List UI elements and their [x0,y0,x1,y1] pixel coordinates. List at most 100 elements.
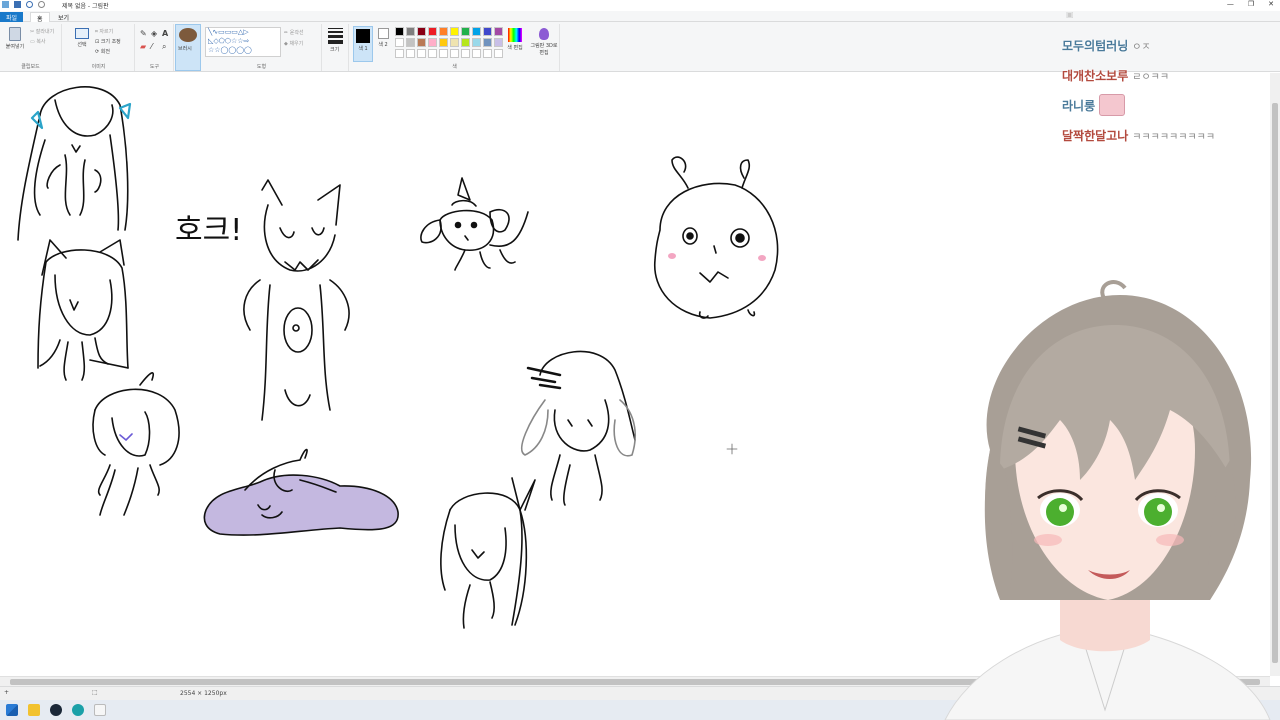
undo-icon[interactable] [26,1,33,8]
chat-overlay: 모두의텀러닝 ㅇㅈ 대개찬소보루 ㄹㅇㅋㅋ 라니룽 달짝한달고나 ㅋㅋㅋㅋㅋㅋㅋ… [1062,30,1272,150]
resize-label: 크기 조정 [100,39,121,45]
color-swatch[interactable] [494,38,503,47]
cut-button[interactable]: ✂ 잘라내기 [30,28,54,35]
window-title: 제목 없음 - 그림판 [62,3,109,10]
fill-button[interactable]: ◆ 채우기 [284,40,303,47]
color-swatch[interactable] [439,38,448,47]
color-swatch[interactable] [483,49,492,58]
color-swatch[interactable] [417,27,426,36]
resize-icon: ⊡ [95,39,100,45]
color-swatch[interactable] [450,27,459,36]
minimize-button[interactable]: — [1227,0,1234,8]
rotate-icon: ⟳ [95,49,100,55]
doodle-unicorn-dog [420,177,529,271]
image-group: 선택 ⌗ 자르기 ⊡ 크기 조정 ⟳ 회전 이미지 [63,24,135,71]
tab-view[interactable]: 보기 [52,12,75,22]
paint-taskbar-icon[interactable] [94,704,106,716]
clipboard-group-label: 클립보드 [21,64,40,70]
image-group-label: 이미지 [91,64,106,70]
color-palette [395,27,503,58]
copy-icon: ▭ [30,39,35,45]
chat-message: 모두의텀러닝 ㅇㅈ [1062,30,1272,60]
color-swatch[interactable] [494,27,503,36]
select-button[interactable]: 선택 [73,28,91,48]
color1-label: 색 1 [358,46,368,52]
outline-button[interactable]: ✏ 윤곽선 [284,29,304,36]
color-swatch[interactable] [461,49,470,58]
fill-icon[interactable]: ◈ [151,29,157,38]
edit-colors-button[interactable]: 색 편집 [505,28,525,51]
cursor-position-icon: + [4,689,10,696]
pencil-icon[interactable]: ✎ [140,29,147,38]
color-swatch[interactable] [417,38,426,47]
copy-button[interactable]: ▭ 복사 [30,38,46,45]
close-button[interactable]: ✕ [1268,0,1274,8]
file-explorer-icon[interactable] [28,704,40,716]
chat-username: 모두의텀러닝 [1062,38,1129,53]
color-swatch[interactable] [395,49,404,58]
color-swatch[interactable] [461,38,470,47]
paint3d-label: 그림판 3D로 편집 [530,43,558,56]
chat-username: 대개찬소보루 [1062,68,1129,83]
color-swatch[interactable] [483,38,492,47]
crosshair-cursor [726,443,738,455]
steam-icon[interactable] [50,704,62,716]
color-swatch[interactable] [428,27,437,36]
color-swatch[interactable] [450,49,459,58]
paint-app-icon [2,1,9,8]
tab-file[interactable]: 파일 [0,12,24,22]
quick-access-toolbar [2,1,45,8]
copy-label: 복사 [36,39,46,45]
paint-window: 제목 없음 - 그림판 — ❐ ✕ 파일 홈 보기 붙여넣기 ✂ 잘라내기 ▭ … [0,0,1280,720]
maximize-button[interactable]: ❐ [1248,0,1254,8]
chat-username: 달짝한달고나 [1062,128,1129,143]
color-swatch[interactable] [406,27,415,36]
color-swatch[interactable] [483,27,492,36]
color-swatch[interactable] [395,38,404,47]
outline-label: 윤곽선 [289,30,304,36]
save-icon[interactable] [14,1,21,8]
color-swatch[interactable] [439,27,448,36]
doodle-ponytail-girl [440,477,536,629]
text-icon[interactable]: A [162,29,168,38]
color2-button[interactable]: 색 2 [376,28,390,48]
color-swatch[interactable] [472,27,481,36]
clipboard-icon [9,27,21,41]
fill-label: 채우기 [289,41,304,47]
magnifier-icon[interactable]: ⌕ [162,42,166,52]
rotate-button[interactable]: ⟳ 회전 [95,48,110,55]
brushes-button[interactable]: 브러시 [175,24,201,71]
color-swatch[interactable] [450,38,459,47]
windows-start-icon[interactable] [6,704,18,716]
shapes-gallery[interactable]: ╲∿▭▭▭△▷ ◺◇⬠⬡☆☆⇨ ☆☆◯◯◯◯ [205,27,281,57]
color-swatch[interactable] [472,49,481,58]
paint3d-button[interactable]: 그림판 3D로 편집 [530,28,558,56]
chat-text: ㅇㅈ [1132,41,1151,53]
color-swatch[interactable] [428,49,437,58]
color-swatch[interactable] [494,49,503,58]
color-picker-icon[interactable]: ⁄ [151,42,152,51]
color-swatch[interactable] [417,49,426,58]
redo-icon[interactable] [38,1,45,8]
color-swatch[interactable] [439,49,448,58]
color-swatch[interactable] [406,49,415,58]
vtuber-avatar [944,280,1271,720]
color-swatch[interactable] [461,27,470,36]
resize-button[interactable]: ⊡ 크기 조정 [95,38,121,45]
paste-button[interactable]: 붙여넣기 [4,27,26,50]
chat-text: ㅋㅋㅋㅋㅋㅋㅋㅋㅋ [1132,131,1216,143]
eraser-icon[interactable]: ▰ [140,42,146,51]
app-icon[interactable] [72,704,84,716]
crop-button[interactable]: ⌗ 자르기 [95,28,113,35]
crop-label: 자르기 [99,29,114,35]
tools-group: ✎ ◈ A ▰ ⁄ ⌕ 도구 [136,24,174,71]
color1-swatch [356,29,370,43]
tab-home[interactable]: 홈 [30,12,50,23]
size-button[interactable]: 크기 [323,24,349,71]
color-swatch[interactable] [395,27,404,36]
color-swatch[interactable] [428,38,437,47]
chat-badge-icon: ▣ [1066,10,1074,19]
color-swatch[interactable] [406,38,415,47]
color1-button[interactable]: 색 1 [353,26,373,62]
color-swatch[interactable] [472,38,481,47]
